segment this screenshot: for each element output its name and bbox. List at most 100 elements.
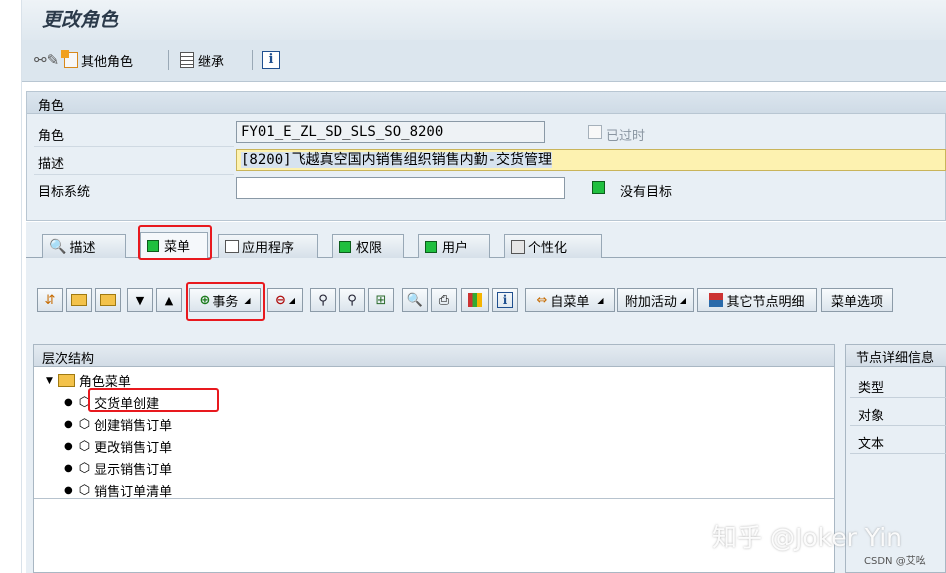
tab-description[interactable]: 🔍 描述 (42, 234, 126, 258)
info-icon: i (262, 51, 280, 69)
binoculars-plus-icon: ⚲ (347, 292, 357, 308)
tab-personalization-label: 个性化 (528, 241, 568, 256)
glasses-pencil-icon: ⚯✎ (34, 51, 60, 69)
other-role-button[interactable]: 其他角色 (61, 50, 134, 70)
tab-authorizations-label: 权限 (356, 241, 383, 256)
other-node-details-button[interactable]: 其它节点明细 (697, 288, 817, 312)
info-button[interactable]: i (262, 50, 280, 70)
tab-personalization[interactable]: 个性化 (504, 234, 602, 258)
info-menu-button[interactable]: i (492, 288, 518, 312)
magnifier-icon: 🔍 (406, 292, 424, 308)
target-system-field[interactable] (236, 177, 565, 199)
green-status-icon (425, 240, 437, 253)
bullet-icon: ● (64, 397, 73, 408)
dropdown-arrow-icon: ◢ (288, 295, 296, 305)
window-icon (225, 240, 239, 253)
bullet-icon: ● (64, 441, 73, 452)
list-icon (180, 52, 194, 68)
expand-tree-button[interactable]: ⊞ (368, 288, 394, 312)
other-node-details-label: 其它节点明细 (726, 294, 805, 310)
detail-view-button[interactable]: 🔍 (402, 288, 428, 312)
triangle-up-icon: ▲ (164, 293, 174, 307)
tree-item[interactable]: ● ⬡ 销售订单清单 (64, 481, 172, 500)
new-document-icon (61, 50, 78, 68)
additional-activity-label: 附加活动 (624, 294, 677, 310)
display-change-button[interactable]: ⚯✎ (34, 50, 59, 70)
bullet-icon: ● (64, 485, 73, 496)
find-button[interactable]: ⚲ (310, 288, 336, 312)
tab-users-label: 用户 (442, 241, 469, 256)
toolbar-separator (168, 50, 169, 70)
find-next-button[interactable]: ⚲ (339, 288, 365, 312)
hierarchy-title: 层次结构 (42, 352, 95, 367)
transaction-cube-icon: ⬡ (78, 483, 91, 498)
inherit-label: 继承 (198, 54, 225, 70)
remove-node-button[interactable]: ⊖ ◢ (267, 288, 303, 312)
no-target-label: 没有目标 (620, 185, 673, 200)
bullet-icon: ● (64, 419, 73, 430)
highlight-frame (88, 388, 219, 412)
dropdown-arrow-icon: ◢ (679, 295, 687, 305)
transaction-cube-icon: ⬡ (78, 439, 91, 454)
other-role-label: 其他角色 (81, 54, 134, 70)
copy-folder-button[interactable] (95, 288, 121, 312)
row-divider (34, 174, 234, 175)
highlight-frame (186, 282, 265, 321)
layout-button[interactable] (461, 288, 489, 312)
bullet-icon: ● (64, 463, 73, 474)
toolbar-separator (252, 50, 253, 70)
tree-item-label: 销售订单清单 (94, 485, 173, 500)
hierarchy-header (34, 345, 834, 367)
tab-users[interactable]: 用户 (418, 234, 490, 258)
inherit-button[interactable]: 继承 (180, 50, 224, 70)
expand-arrow-icon: ▼ (46, 375, 53, 386)
watermark-small: CSDN @艾吆 (864, 556, 926, 567)
from-menu-button[interactable]: ⇔ 自菜单 ◢ (525, 288, 615, 312)
tab-applications[interactable]: 应用程序 (218, 234, 318, 258)
tree-item[interactable]: ● ⬡ 创建销售订单 (64, 415, 172, 434)
role-group-header (27, 92, 946, 114)
folder-open-icon (57, 374, 75, 387)
target-system-label: 目标系统 (38, 185, 91, 200)
tree-item[interactable]: ● ⬡ 更改销售订单 (64, 437, 172, 456)
row-divider (850, 397, 946, 398)
text-label: 文本 (858, 437, 885, 452)
tab-authorizations[interactable]: 权限 (332, 234, 404, 258)
transaction-cube-icon: ⬡ (78, 461, 91, 476)
role-field[interactable]: FY01_E_ZL_SD_SLS_SO_8200 (236, 121, 545, 143)
screen-title: 更改角色 (42, 9, 119, 31)
tree-expand-icon: ⊞ (375, 292, 387, 308)
tree-item-label: 更改销售订单 (94, 441, 173, 456)
move-up-button[interactable]: ▲ (156, 288, 182, 312)
row-divider (850, 453, 946, 454)
tree-item[interactable]: ● ⬡ 显示销售订单 (64, 459, 172, 478)
magnifier-doc-icon: 🔍 (49, 238, 67, 255)
menu-options-button[interactable]: 菜单选项 (821, 288, 893, 312)
row-divider (34, 146, 234, 147)
folder-copy-icon (100, 294, 116, 306)
dropdown-arrow-icon: ◢ (597, 295, 604, 305)
folder-button[interactable] (66, 288, 92, 312)
insert-node-button[interactable]: ⇵ (37, 288, 63, 312)
binoculars-icon: ⚲ (318, 292, 328, 308)
additional-activity-button[interactable]: 附加活动 ◢ (617, 288, 694, 312)
watermark: 知乎 @Joker Yin (712, 523, 902, 552)
role-label: 角色 (38, 129, 65, 144)
move-down-button[interactable]: ▼ (127, 288, 153, 312)
personalization-icon (511, 239, 525, 254)
highlight-frame (138, 225, 212, 260)
description-label: 描述 (38, 157, 65, 172)
chart-icon (468, 293, 482, 307)
info-icon: i (497, 292, 513, 308)
node-details-icon (709, 293, 724, 307)
group-title: 角色 (38, 99, 65, 114)
node-details-title: 节点详细信息 (856, 351, 935, 366)
tab-description-label: 描述 (69, 241, 96, 256)
title-bar (22, 0, 946, 40)
print-button[interactable]: ⎙ (431, 288, 457, 312)
application-toolbar (22, 40, 946, 82)
row-divider (850, 425, 946, 426)
expired-checkbox[interactable] (588, 125, 602, 139)
remove-icon: ⊖ (274, 292, 286, 308)
description-field[interactable]: [8200]飞越真空国内销售组织销售内勤-交货管理 (236, 149, 946, 171)
